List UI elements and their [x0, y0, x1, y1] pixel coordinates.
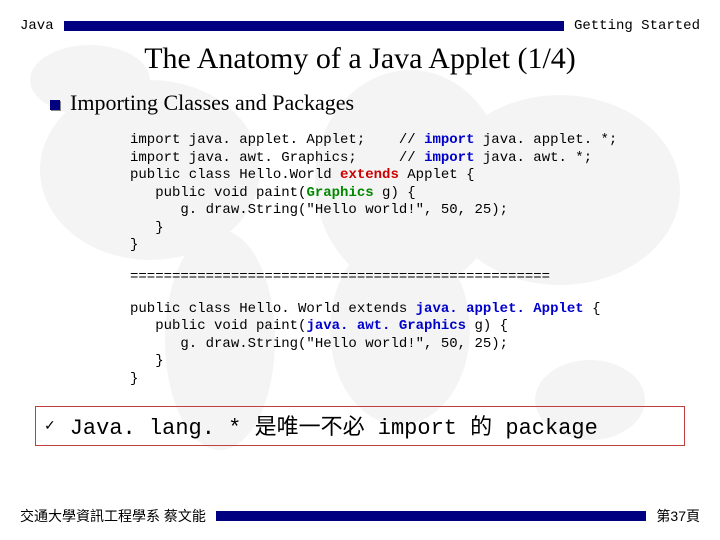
header-right: Getting Started — [574, 18, 700, 34]
header-left: Java — [20, 18, 54, 34]
header-bar — [64, 21, 564, 31]
section-heading: Importing Classes and Packages — [70, 90, 354, 116]
note-text: Java. lang. * 是唯一不必 import 的 package — [70, 409, 598, 441]
footer-page: 第37頁 — [656, 506, 700, 526]
divider: ========================================… — [130, 269, 670, 285]
footer-left: 交通大學資訊工程學系 蔡文能 — [20, 506, 206, 526]
page-title: The Anatomy of a Java Applet (1/4) — [0, 42, 720, 76]
note-box: ✓ Java. lang. * 是唯一不必 import 的 package — [35, 406, 685, 446]
code-block-1: import java. applet. Applet; // import j… — [130, 132, 670, 255]
code-block-2: public class Hello. World extends java. … — [130, 301, 670, 389]
bullet-icon — [50, 100, 60, 110]
footer-bar — [216, 511, 647, 521]
check-icon: ✓ — [44, 417, 56, 434]
